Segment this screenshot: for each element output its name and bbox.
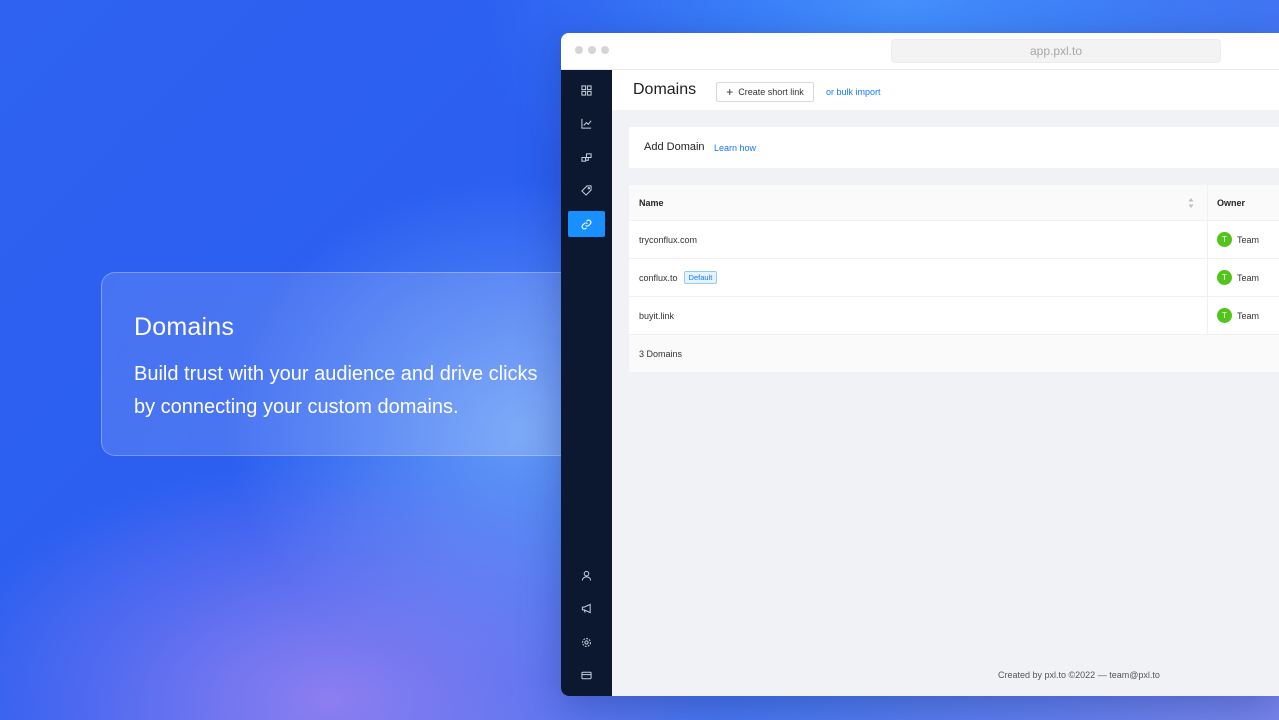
table-row[interactable]: buyit.link T Team: [629, 297, 1279, 335]
browser-titlebar: app.pxl.to: [561, 33, 1279, 70]
sidebar-item-analytics[interactable]: [568, 110, 605, 136]
learn-how-link[interactable]: Learn how: [714, 143, 756, 153]
owner-cell: T Team: [1207, 297, 1259, 334]
sidebar-item-account[interactable]: [568, 562, 605, 588]
column-header-owner[interactable]: Owner: [1207, 185, 1245, 220]
sort-icon[interactable]: [1188, 197, 1194, 209]
add-domain-button[interactable]: Add Domain: [644, 141, 705, 153]
page-footer: Created by pxl.to ©2022 — team@pxl.to: [998, 670, 1160, 680]
create-short-link-label: Create short link: [738, 87, 804, 97]
user-icon: [581, 570, 592, 581]
link-icon: [581, 219, 592, 229]
domain-name[interactable]: conflux.to: [639, 273, 678, 283]
sidebar-item-settings[interactable]: [568, 629, 605, 655]
plus-icon: +: [726, 85, 734, 99]
main-content: Domains + Create short link or bulk impo…: [612, 70, 1279, 696]
window-dot-maximize: [601, 46, 609, 54]
dashboard-icon: [581, 84, 592, 96]
sidebar-item-dashboard[interactable]: [568, 77, 605, 103]
megaphone-icon: [581, 603, 591, 613]
window-dot-close: [575, 46, 583, 54]
domain-name-cell: tryconflux.com: [639, 221, 697, 258]
sidebar-item-billing[interactable]: [568, 662, 605, 688]
page-header: Domains + Create short link or bulk impo…: [612, 70, 1279, 110]
address-bar[interactable]: app.pxl.to: [891, 39, 1221, 63]
avatar: T: [1217, 308, 1232, 323]
page-title: Domains: [633, 81, 697, 98]
feature-card: Domains Build trust with your audience a…: [101, 272, 601, 456]
domain-count: 3 Domains: [639, 348, 683, 359]
owner-cell: T Team: [1207, 221, 1259, 258]
settings-gear-icon: [582, 637, 591, 647]
owner-name: Team: [1237, 310, 1260, 321]
sidebar-item-tags[interactable]: [568, 177, 605, 203]
tag-icon: [581, 184, 592, 196]
sidebar: [561, 70, 612, 696]
bulk-import-link[interactable]: or bulk import: [826, 87, 881, 97]
owner-name: Team: [1237, 272, 1260, 283]
groups-icon: [581, 152, 592, 162]
domain-name-cell: conflux.to Default: [639, 259, 718, 296]
table-header-row: Name Owner: [629, 185, 1279, 221]
sidebar-item-announcements[interactable]: [568, 595, 605, 621]
avatar: T: [1217, 232, 1232, 247]
feature-description: Build trust with your audience and drive…: [134, 363, 538, 418]
analytics-chart-icon: [581, 118, 592, 129]
feature-title: Domains: [134, 313, 235, 341]
window-dot-minimize: [588, 46, 596, 54]
billing-card-icon: [581, 671, 592, 679]
domain-name[interactable]: buyit.link: [639, 311, 674, 321]
domains-table: Name Owner tryconflux.com T Team conflux…: [629, 185, 1279, 372]
domain-name[interactable]: tryconflux.com: [639, 235, 697, 245]
sidebar-item-groups[interactable]: [568, 144, 605, 170]
add-domain-card: Add Domain Learn how: [629, 127, 1279, 168]
table-row[interactable]: conflux.to Default T Team: [629, 259, 1279, 297]
owner-name: Team: [1237, 234, 1260, 245]
sidebar-item-domains[interactable]: [568, 211, 605, 237]
table-footer: 3 Domains: [629, 335, 1279, 372]
domain-name-cell: buyit.link: [639, 297, 674, 334]
app-window: app.pxl.to Domains + Create short link o…: [561, 33, 1279, 696]
create-short-link-button[interactable]: + Create short link: [716, 82, 814, 102]
default-badge: Default: [683, 271, 718, 284]
table-row[interactable]: tryconflux.com T Team: [629, 221, 1279, 259]
owner-cell: T Team: [1207, 259, 1259, 296]
column-header-name[interactable]: Name: [639, 185, 664, 220]
avatar: T: [1217, 270, 1232, 285]
